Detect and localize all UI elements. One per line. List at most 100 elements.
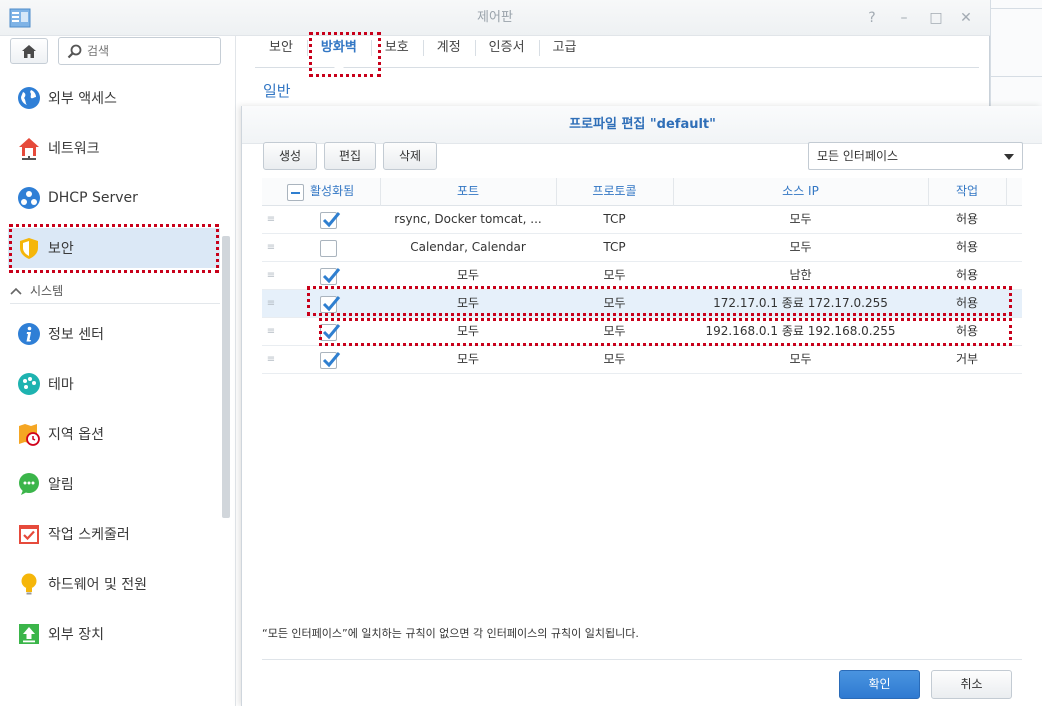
calendar-check-icon <box>16 521 42 547</box>
cell-protocol: 모두 <box>603 352 626 366</box>
cell-protocol: TCP <box>603 240 626 254</box>
cell-source-ip: 모두 <box>789 240 812 254</box>
search-icon <box>67 44 82 59</box>
sidebar-item-external-devices[interactable]: 외부 장치 <box>8 614 220 654</box>
edit-button[interactable]: 편집 <box>324 142 376 170</box>
drag-handle-icon[interactable]: ≡ <box>264 206 278 234</box>
cell-port: 모두 <box>456 296 480 310</box>
section-header-system[interactable]: 시스템 <box>10 278 220 304</box>
create-button[interactable]: 생성 <box>263 142 317 170</box>
cell-source-ip: 모두 <box>789 352 812 366</box>
delete-button[interactable]: 삭제 <box>383 142 437 170</box>
sidebar-item-network[interactable]: 네트워크 <box>8 128 220 168</box>
drag-handle-icon[interactable]: ≡ <box>264 346 278 374</box>
checkmark-icon <box>322 352 341 368</box>
sidebar-item-hardware-power[interactable]: 하드웨어 및 전원 <box>8 564 220 604</box>
sidebar-item-theme[interactable]: 테마 <box>8 364 220 404</box>
info-icon <box>16 321 42 347</box>
cell-action: 거부 <box>955 352 979 366</box>
cell-protocol: TCP <box>603 212 626 226</box>
cancel-button[interactable]: 취소 <box>931 670 1012 699</box>
cell-action: 허용 <box>955 296 979 310</box>
tab-security[interactable]: 보안 <box>255 36 307 68</box>
ok-button[interactable]: 확인 <box>839 670 920 699</box>
sidebar-item-notification[interactable]: 알림 <box>8 464 220 504</box>
checkmark-icon <box>322 212 341 228</box>
table-header: 활성화됨 포트 프로토콜 소스 IP 작업 <box>262 178 1022 206</box>
home-button[interactable] <box>10 38 48 64</box>
cell-port: 모두 <box>456 268 480 282</box>
sidebar-item-info-center[interactable]: 정보 센터 <box>8 314 220 354</box>
column-header-enabled[interactable]: 활성화됨 <box>308 178 380 206</box>
cell-source-ip: 모두 <box>789 212 812 226</box>
tab-advanced[interactable]: 고급 <box>538 36 591 68</box>
sidebar-item-label: 네트워크 <box>48 141 100 157</box>
cell-action: 허용 <box>955 212 979 226</box>
drag-handle-icon[interactable]: ≡ <box>264 262 278 290</box>
table-row[interactable]: ≡ 모두 모두 남한 허용 <box>262 262 1022 290</box>
enabled-checkbox[interactable] <box>320 324 341 341</box>
checkmark-icon <box>322 268 341 284</box>
cell-protocol: 모두 <box>603 268 626 282</box>
table-row[interactable]: ≡ Calendar, Calendar TCP 모두 허용 <box>262 234 1022 262</box>
column-header-source-ip[interactable]: 소스 IP <box>673 178 928 206</box>
sidebar-item-external-access[interactable]: 외부 액세스 <box>8 78 220 118</box>
tab-account[interactable]: 계정 <box>422 36 475 68</box>
minimize-icon[interactable]: – <box>895 9 913 27</box>
tab-certificate[interactable]: 인증서 <box>474 36 539 68</box>
enabled-checkbox[interactable] <box>320 240 337 257</box>
edit-profile-dialog: 프로파일 편집 "default" 생성 편집 삭제 모든 인터페이스 활성화됨… <box>241 106 1042 706</box>
sidebar-item-label: 외부 액세스 <box>48 91 117 107</box>
drag-handle-icon[interactable]: ≡ <box>264 234 278 262</box>
column-header-action[interactable]: 작업 <box>928 178 1006 206</box>
dialog-title: 프로파일 편집 "default" <box>242 106 1042 144</box>
map-clock-icon <box>16 421 42 447</box>
table-row[interactable]: ≡ rsync, Docker tomcat, ... TCP 모두 허용 <box>262 206 1022 234</box>
search-field[interactable] <box>58 37 221 65</box>
cell-port: 모두 <box>456 324 480 338</box>
maximize-icon[interactable]: □ <box>927 9 945 27</box>
sidebar-item-dhcp-server[interactable]: DHCP Server <box>8 178 220 218</box>
help-icon[interactable]: ? <box>863 9 881 27</box>
enabled-checkbox[interactable] <box>320 296 341 313</box>
close-icon[interactable]: ✕ <box>957 9 975 27</box>
checkmark-icon <box>322 324 341 340</box>
lightbulb-icon <box>16 571 42 597</box>
select-all-checkbox[interactable] <box>287 184 304 201</box>
cell-source-ip: 192.168.0.1 종료 192.168.0.255 <box>705 324 896 338</box>
divider <box>262 659 1022 660</box>
sidebar-item-security[interactable]: 보안 <box>8 228 220 268</box>
column-header-protocol[interactable]: 프로토콜 <box>556 178 673 206</box>
enabled-checkbox[interactable] <box>320 268 341 285</box>
rules-table: 활성화됨 포트 프로토콜 소스 IP 작업 ≡ rsync, Docker tom… <box>262 178 1022 374</box>
enabled-checkbox[interactable] <box>320 212 341 229</box>
cell-port: rsync, Docker tomcat, ... <box>394 212 542 226</box>
shield-icon <box>16 235 42 261</box>
sidebar-item-task-scheduler[interactable]: 작업 스케줄러 <box>8 514 220 554</box>
window-titlebar[interactable]: 제어판 ? – □ ✕ <box>0 0 990 36</box>
chevron-down-icon <box>1004 154 1014 160</box>
sidebar-item-regional-options[interactable]: 지역 옵션 <box>8 414 220 454</box>
tab-protection[interactable]: 보호 <box>370 36 423 68</box>
globe-icon <box>16 85 42 111</box>
table-body: ≡ rsync, Docker tomcat, ... TCP 모두 허용 ≡ Calend… <box>262 206 1022 374</box>
table-row[interactable]: ≡ 모두 모두 192.168.0.1 종료 192.168.0.255 허용 <box>262 318 1022 346</box>
section-title-general: 일반 <box>263 82 291 100</box>
column-header-port[interactable]: 포트 <box>380 178 556 206</box>
tab-firewall[interactable]: 방화벽 <box>306 36 371 69</box>
background-window-edge <box>990 0 1042 110</box>
drag-handle-icon[interactable]: ≡ <box>264 290 278 318</box>
interface-select[interactable]: 모든 인터페이스 <box>808 142 1023 170</box>
sidebar-item-label: 테마 <box>48 377 74 393</box>
network-house-icon <box>16 135 42 161</box>
cell-source-ip: 남한 <box>789 268 812 282</box>
enabled-checkbox[interactable] <box>320 352 341 369</box>
sidebar-item-label: 정보 센터 <box>48 327 104 343</box>
sidebar-item-label: 지역 옵션 <box>48 427 104 443</box>
home-icon <box>22 44 36 58</box>
table-row[interactable]: ≡ 모두 모두 모두 거부 <box>262 346 1022 374</box>
drag-handle-icon[interactable]: ≡ <box>264 318 278 346</box>
sidebar-scrollbar[interactable] <box>222 236 230 518</box>
search-input[interactable] <box>87 41 215 61</box>
table-row[interactable]: ≡ 모두 모두 172.17.0.1 종료 172.17.0.255 허용 <box>262 290 1022 318</box>
